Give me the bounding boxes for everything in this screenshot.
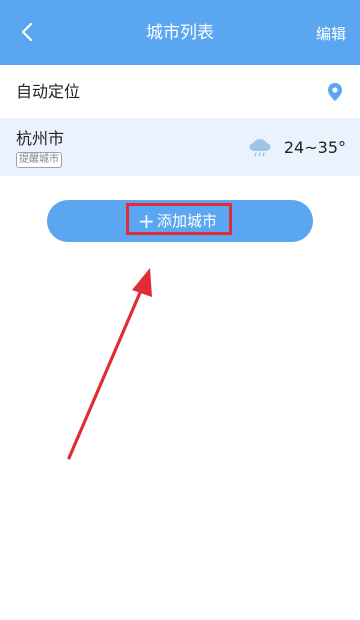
location-pin-icon	[328, 83, 342, 101]
cloudy-icon	[249, 139, 271, 157]
add-city-button[interactable]: + 添加城市	[47, 200, 313, 242]
app-header: 城市列表 编辑	[0, 0, 360, 65]
add-city-label: 添加城市	[157, 212, 218, 230]
edit-button[interactable]: 编辑	[316, 23, 346, 45]
plus-icon: +	[138, 209, 155, 233]
auto-location-label: 自动定位	[16, 82, 81, 101]
page-title: 城市列表	[146, 23, 214, 43]
reminder-city-badge: 提醒城市	[16, 152, 62, 168]
city-name: 杭州市	[16, 129, 65, 148]
temperature-range: 24~35°	[283, 138, 346, 157]
auto-location-row[interactable]: 自动定位	[0, 65, 360, 118]
